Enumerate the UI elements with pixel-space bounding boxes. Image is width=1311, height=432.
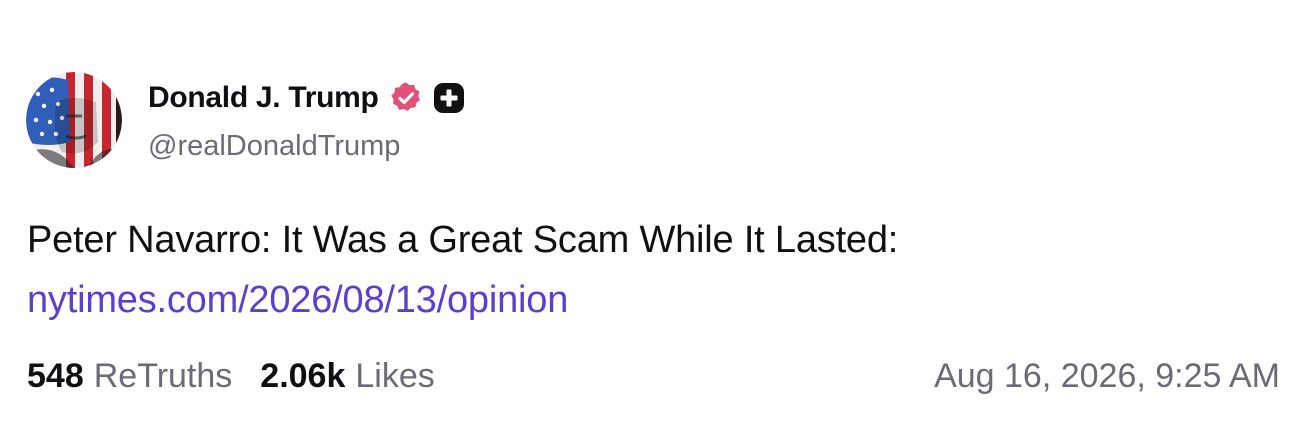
likes-label: Likes	[355, 357, 435, 395]
author-display-name[interactable]: Donald J. Trump	[148, 79, 379, 117]
post-timestamp[interactable]: Aug 16, 2026, 9:25 AM	[934, 355, 1280, 397]
post-stats: 548 ReTruths 2.06k Likes	[27, 355, 435, 397]
post-card: Donald J. Trump @realDonaldTrump Peter N…	[0, 0, 1311, 432]
retruths-count: 548	[27, 357, 84, 395]
likes-stat[interactable]: 2.06k Likes	[260, 355, 434, 397]
verified-badge-icon	[389, 81, 423, 115]
post-text: Peter Navarro: It Was a Great Scam While…	[27, 219, 899, 261]
flag-portrait-avatar	[26, 72, 122, 168]
retruths-stat[interactable]: 548 ReTruths	[27, 355, 232, 397]
retruths-label: ReTruths	[93, 357, 233, 395]
avatar[interactable]	[26, 72, 122, 168]
author-handle[interactable]: @realDonaldTrump	[148, 128, 400, 164]
likes-count: 2.06k	[260, 357, 346, 395]
plus-badge-icon	[433, 82, 465, 114]
author-name-row: Donald J. Trump	[148, 79, 465, 117]
post-link[interactable]: nytimes.com/2026/08/13/opinion	[27, 276, 568, 324]
